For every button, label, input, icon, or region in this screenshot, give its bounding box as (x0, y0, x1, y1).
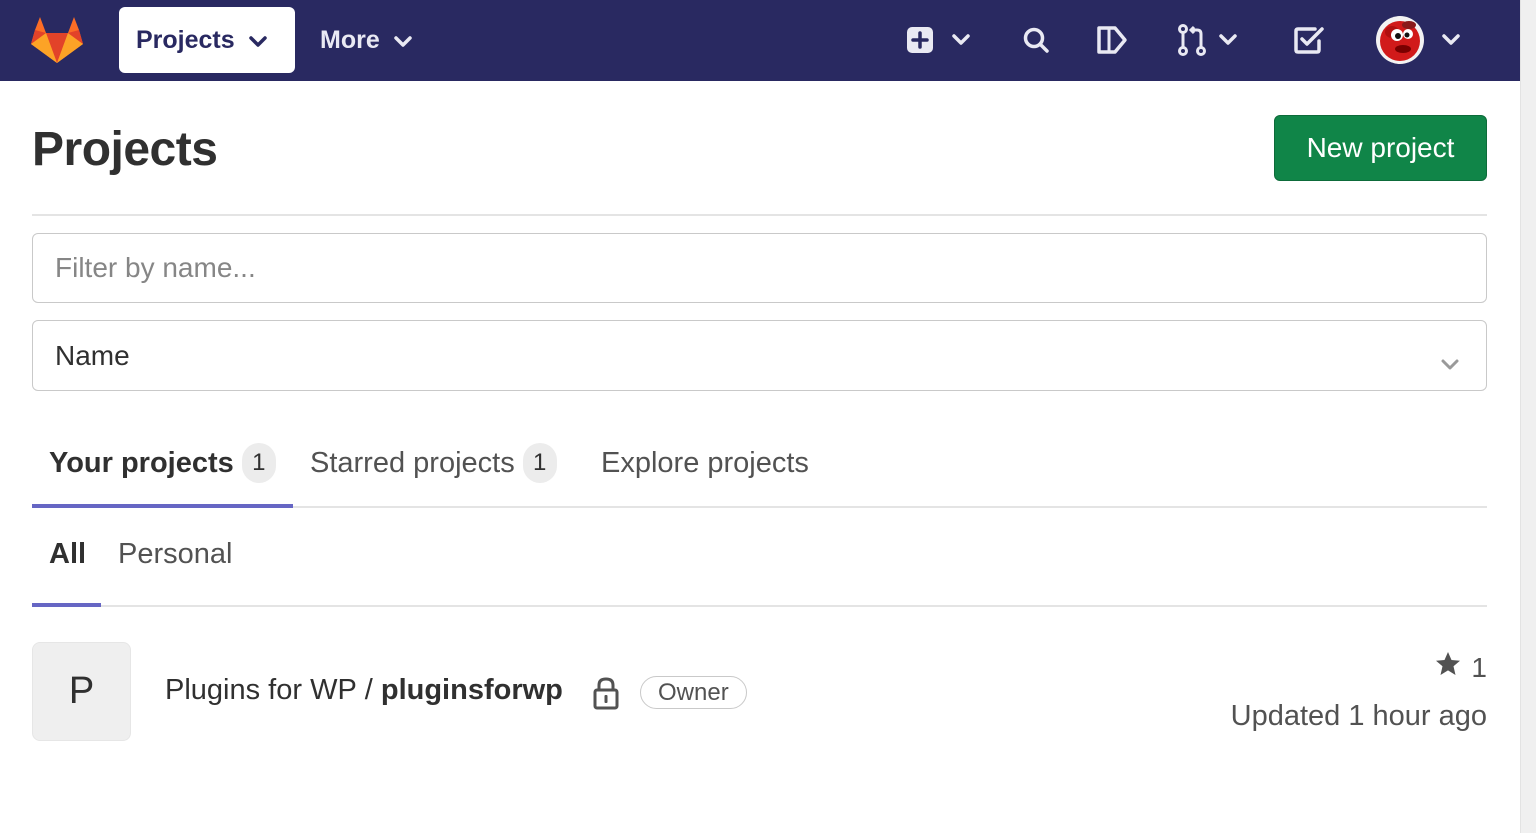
chevron-down-icon (1219, 34, 1237, 46)
project-filter-tabs: All Personal (32, 516, 1487, 607)
more-menu-label: More (320, 25, 380, 54)
project-row: P Plugins for WP / pluginsforwp Owner 1 … (32, 642, 1487, 744)
chevron-down-icon (393, 26, 412, 55)
active-tab-indicator (32, 504, 293, 508)
count-badge: 1 (241, 443, 276, 483)
star-icon (1435, 651, 1471, 684)
tab-label: Explore projects (601, 446, 809, 479)
chevron-down-icon (952, 34, 970, 46)
count-badge: 1 (522, 443, 557, 483)
chevron-down-icon (1442, 34, 1460, 46)
tab-personal[interactable]: Personal (118, 516, 232, 593)
project-namespace: Plugins for WP (165, 674, 357, 706)
sort-selected-label: Name (55, 339, 130, 371)
star-count-link[interactable]: 1 (1435, 651, 1487, 684)
issues-icon (1096, 25, 1128, 55)
todos-button[interactable] (1293, 22, 1325, 58)
project-tabs: Your projects 1 Starred projects 1 Explo… (32, 420, 1487, 508)
path-separator: / (364, 674, 373, 706)
top-navbar: Projects More (0, 0, 1520, 81)
user-menu-dropdown[interactable] (1376, 16, 1460, 64)
project-avatar[interactable]: P (32, 642, 131, 741)
merge-requests-icon (1177, 24, 1207, 56)
active-tab-indicator (32, 603, 101, 607)
tab-your-projects[interactable]: Your projects 1 (49, 420, 276, 506)
tab-label: Your projects (49, 446, 234, 479)
todos-icon (1293, 25, 1325, 55)
sort-dropdown[interactable]: Name (32, 320, 1487, 391)
search-button[interactable] (1022, 22, 1050, 58)
filter-by-name-input[interactable] (32, 233, 1487, 303)
project-name-link[interactable]: Plugins for WP / pluginsforwp (165, 674, 563, 707)
divider (32, 214, 1487, 216)
star-count: 1 (1471, 651, 1487, 683)
tab-explore-projects[interactable]: Explore projects (601, 420, 809, 506)
tab-label: Personal (118, 538, 233, 570)
tab-all[interactable]: All (49, 516, 86, 593)
issues-button[interactable] (1096, 22, 1128, 58)
page-title: Projects (32, 123, 218, 176)
gitlab-tanuki-icon[interactable] (30, 16, 84, 64)
chevron-down-icon (248, 26, 267, 55)
projects-menu-label: Projects (136, 25, 235, 54)
more-menu-button[interactable]: More (320, 7, 412, 73)
new-item-dropdown[interactable] (906, 22, 970, 58)
window-edge (1520, 0, 1536, 833)
role-badge: Owner (640, 676, 747, 709)
new-project-button[interactable]: New project (1274, 115, 1487, 181)
new-item-icon (906, 26, 934, 54)
project-name: pluginsforwp (380, 674, 563, 706)
tab-label: Starred projects (310, 446, 515, 479)
chevron-down-icon (1440, 347, 1460, 379)
search-icon (1022, 26, 1050, 54)
updated-timestamp: Updated 1 hour ago (1230, 700, 1487, 732)
lock-icon (593, 676, 619, 715)
merge-requests-dropdown[interactable] (1177, 22, 1237, 58)
tab-label: All (49, 538, 87, 570)
tab-starred-projects[interactable]: Starred projects 1 (310, 420, 557, 506)
user-avatar (1376, 16, 1424, 64)
projects-menu-button[interactable]: Projects (119, 7, 295, 73)
